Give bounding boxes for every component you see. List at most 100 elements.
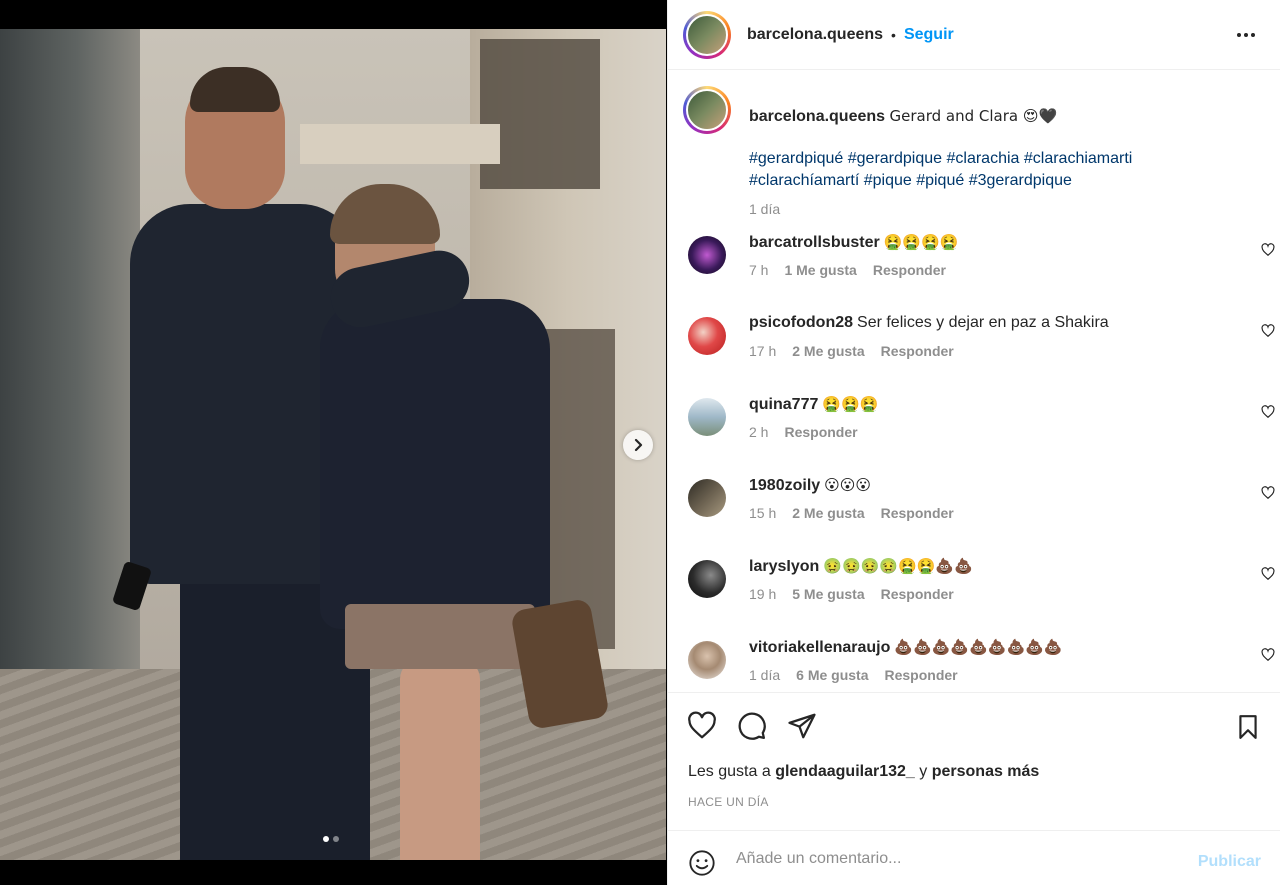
commenter-avatar[interactable] — [688, 398, 726, 436]
comment-like-button[interactable] — [1261, 648, 1275, 662]
reply-button[interactable]: Responder — [885, 667, 958, 683]
comment-meta: 19 h 5 Me gusta Responder — [749, 586, 954, 602]
photo-man-hair — [190, 67, 280, 112]
author-username[interactable]: barcelona.queens — [747, 26, 883, 44]
heart-icon — [1261, 243, 1275, 257]
reply-button[interactable]: Responder — [881, 505, 954, 521]
caption-text: Gerard and Clara 😍🖤 — [889, 107, 1058, 125]
comment-meta: 17 h 2 Me gusta Responder — [749, 343, 954, 359]
reply-button[interactable]: Responder — [881, 343, 954, 359]
comment-username[interactable]: larysIyon — [749, 558, 819, 575]
more-options-button[interactable] — [1235, 24, 1257, 46]
comment-time: 19 h — [749, 586, 777, 602]
save-button[interactable] — [1235, 713, 1261, 741]
carousel-indicator — [323, 836, 339, 842]
post-media — [0, 0, 667, 885]
comment-row: psicofodon28 Ser felices y dejar en paz a… — [688, 312, 1275, 372]
comment-username[interactable]: vitoriakellenaraujo — [749, 639, 890, 656]
publish-button[interactable]: Publicar — [1198, 853, 1261, 871]
comment-like-button[interactable] — [1261, 324, 1275, 338]
commenter-avatar[interactable] — [688, 236, 726, 274]
comment-likes[interactable]: 2 Me gusta — [792, 343, 864, 359]
comment-like-button[interactable] — [1261, 567, 1275, 581]
comment-body: psicofodon28 Ser felices y dejar en paz a… — [749, 312, 1109, 334]
like-button[interactable] — [687, 711, 717, 741]
photo-woman-body — [320, 299, 550, 629]
comment-body: quina777 🤮🤮🤮 — [749, 393, 878, 416]
reply-button[interactable]: Responder — [873, 262, 946, 278]
caption-username[interactable]: barcelona.queens — [749, 108, 885, 125]
commenter-avatar[interactable] — [688, 479, 726, 517]
comment-text: 💩💩💩💩💩💩💩💩💩 — [894, 638, 1063, 656]
reply-button[interactable]: Responder — [881, 586, 954, 602]
comment-body: 1980zoily 😮😮😮 — [749, 474, 871, 497]
commenter-avatar[interactable] — [688, 317, 726, 355]
caption-author-avatar[interactable] — [683, 86, 731, 134]
liked-by-user[interactable]: glendaaguilar132_ — [775, 763, 915, 780]
heart-icon — [1261, 486, 1275, 500]
comment-text: 🤮🤮🤮🤮 — [883, 233, 959, 251]
commenter-avatar[interactable] — [688, 641, 726, 679]
comment-meta: 2 h Responder — [749, 424, 858, 440]
caption-hashtags[interactable]: #gerardpiqué #gerardpique #clarachia #cl… — [749, 148, 1219, 192]
author-avatar[interactable] — [683, 10, 731, 59]
comment-meta: 1 día 6 Me gusta Responder — [749, 667, 958, 683]
comment-time: 7 h — [749, 262, 769, 278]
likes-summary: Les gusta a glendaaguilar132_ y personas… — [688, 763, 1039, 781]
comment-like-button[interactable] — [1261, 243, 1275, 257]
comment-text: Ser felices y dejar en paz a Shakira — [857, 314, 1109, 331]
comment-text: 🤢🤢🤢🤢🤮🤮💩💩 — [823, 557, 973, 575]
comment-text: 🤮🤮🤮 — [822, 395, 879, 413]
paper-plane-icon — [788, 713, 816, 739]
comment-row: larysIyon 🤢🤢🤢🤢🤮🤮💩💩 19 h 5 Me gusta Respon… — [688, 555, 1275, 615]
header-separator: • — [891, 26, 896, 43]
comment-meta: 7 h 1 Me gusta Responder — [749, 262, 946, 278]
photo-woman-skirt — [345, 604, 535, 669]
share-button[interactable] — [787, 711, 817, 741]
smiley-icon — [689, 850, 715, 876]
comment-time: 17 h — [749, 343, 777, 359]
comment-button[interactable] — [737, 711, 767, 741]
post-timestamp: HACE UN DÍA — [688, 795, 769, 809]
comment-likes[interactable]: 2 Me gusta — [792, 505, 864, 521]
photo-woman-legs — [400, 659, 480, 860]
bookmark-icon — [1239, 715, 1257, 739]
comment-row: 1980zoily 😮😮😮 15 h 2 Me gusta Responder — [688, 474, 1275, 534]
comment-bubble-icon — [738, 712, 766, 740]
comment-body: vitoriakellenaraujo 💩💩💩💩💩💩💩💩💩 — [749, 636, 1062, 659]
comment-likes[interactable]: 1 Me gusta — [784, 262, 856, 278]
add-comment-bar: Publicar — [668, 830, 1280, 885]
carousel-dot-active — [323, 836, 329, 842]
comment-like-button[interactable] — [1261, 405, 1275, 419]
comment-time: 2 h — [749, 424, 769, 440]
next-image-button[interactable] — [623, 430, 653, 460]
comment-time: 1 día — [749, 667, 781, 683]
comment-username[interactable]: 1980zoily — [749, 477, 820, 494]
post-photo[interactable] — [0, 29, 666, 860]
comment-username[interactable]: psicofodon28 — [749, 314, 853, 331]
comment-likes[interactable]: 6 Me gusta — [796, 667, 868, 683]
comment-meta: 15 h 2 Me gusta Responder — [749, 505, 954, 521]
photo-woman-hair — [330, 184, 440, 244]
reply-button[interactable]: Responder — [784, 424, 857, 440]
comment-row: quina777 🤮🤮🤮 2 h Responder — [688, 393, 1275, 453]
likes-prefix: Les gusta a — [688, 763, 771, 780]
emoji-button[interactable] — [688, 849, 716, 877]
comment-likes[interactable]: 5 Me gusta — [792, 586, 864, 602]
action-icons — [687, 711, 817, 741]
likes-joiner: y — [919, 763, 928, 780]
comment-like-button[interactable] — [1261, 486, 1275, 500]
commenter-avatar[interactable] — [688, 560, 726, 598]
comments-list[interactable]: barcelona.queens Gerard and Clara 😍🖤 #ge… — [668, 71, 1280, 691]
follow-button[interactable]: Seguir — [904, 26, 954, 44]
comment-input[interactable] — [736, 847, 1176, 871]
photo-window — [480, 39, 600, 189]
photo-ledge — [300, 124, 500, 164]
comment-body: barcatrollsbuster 🤮🤮🤮🤮 — [749, 231, 958, 254]
comment-row: barcatrollsbuster 🤮🤮🤮🤮 7 h 1 Me gusta Res… — [688, 231, 1275, 291]
likes-others-link[interactable]: personas más — [932, 763, 1040, 780]
comment-username[interactable]: quina777 — [749, 396, 818, 413]
post-details-panel: barcelona.queens • Seguir barcelona.quee… — [667, 0, 1280, 885]
post-header: barcelona.queens • Seguir — [668, 0, 1280, 70]
comment-username[interactable]: barcatrollsbuster — [749, 234, 880, 251]
